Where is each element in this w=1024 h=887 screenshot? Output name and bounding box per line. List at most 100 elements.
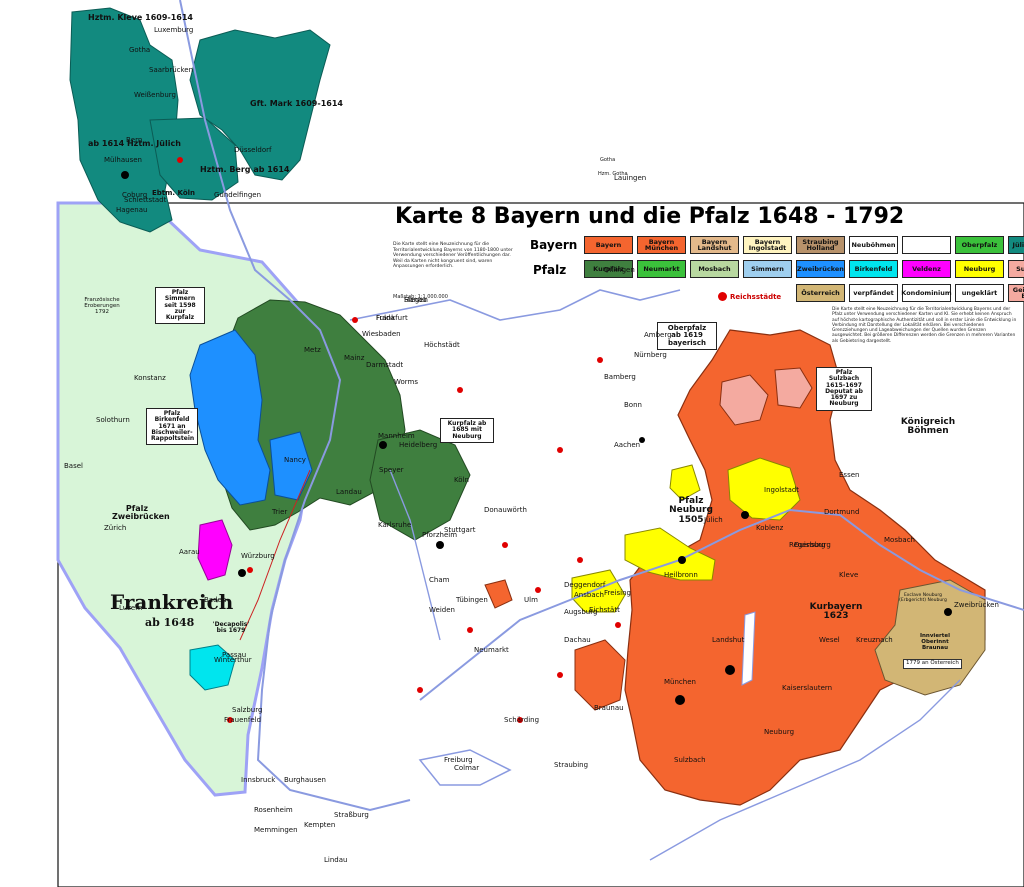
town-label: Amberg [644, 331, 672, 339]
reich-dot [502, 542, 508, 548]
label-pfalz-simmern: Pfalz Simmern seit 1598 zur Kurpfalz [155, 287, 205, 325]
town-label: Siegen [404, 296, 428, 304]
town-label: Mainz [344, 354, 365, 362]
city-dot [741, 511, 749, 519]
town-label: Weißenburg [134, 91, 176, 99]
reich-dot [417, 687, 423, 693]
town-label: Luxemburg [154, 26, 194, 34]
region-bayern-small [484, 579, 513, 609]
town-label: Ingolstadt [764, 486, 800, 494]
town-label: Aachen [614, 441, 641, 449]
town-label: Winterthur [214, 656, 252, 664]
town-label: Ansbach [574, 591, 604, 599]
town-label: Bonn [624, 401, 642, 409]
town-label: Metz [304, 346, 321, 354]
town-label: Wesel [819, 636, 840, 644]
town-label: Memmingen [254, 826, 298, 834]
town-label: Mosbach [884, 536, 915, 544]
legend-key: Bayern [584, 236, 633, 254]
label-koenigreich-boehmen: Königreich Böhmen [900, 417, 956, 437]
town-label: Rosenheim [254, 806, 293, 814]
town-label: Innsbruck [241, 776, 276, 784]
town-label: Frauenfeld [224, 716, 262, 724]
town-label: Luzern [119, 604, 143, 612]
town-label: Dortmund [824, 508, 860, 516]
town-label: Schärding [504, 716, 540, 724]
region-bayern-west [574, 639, 626, 711]
legend-key: Bayern Landshut [690, 236, 739, 254]
legend-key: Neumarkt [637, 260, 686, 278]
town-label: Fulda [376, 314, 395, 322]
town-label: Straubing [554, 761, 589, 769]
reich-dot [577, 557, 583, 563]
town-label: Heilbronn [664, 571, 698, 579]
town-label: Kreuznach [856, 636, 893, 644]
town-label: Kempten [304, 821, 336, 829]
town-label: Stuttgart [444, 526, 476, 534]
legend-key: Mosbach [690, 260, 739, 278]
town-label: Nancy [284, 456, 306, 464]
town-label: Sulzbach [674, 756, 706, 764]
town-label: Hagenau [116, 206, 148, 214]
label-gft-mark: Gft. Mark 1609-1614 [250, 99, 343, 108]
town-label: Würzburg [241, 552, 275, 560]
city-dot [944, 608, 952, 616]
town-label: Mannheim [378, 432, 415, 440]
town-label: Jülich [704, 516, 723, 524]
legend-key: Neuböhmen [849, 236, 898, 254]
legend-key: Kondominium [901, 284, 952, 302]
town-label: Basel [64, 462, 83, 470]
reich-dot [352, 317, 358, 323]
town-label: Speyer [379, 466, 404, 474]
town-label: Landau [336, 488, 362, 496]
town-label: Essen [839, 471, 860, 479]
town-label: Lindau [324, 856, 348, 864]
town-label: Landshut [712, 636, 745, 644]
legend-key: Neuburg [955, 260, 1004, 278]
town-label: Bern [126, 136, 143, 144]
town-label: Düsseldorf [234, 146, 272, 154]
town-label: Karlsruhe [378, 521, 412, 529]
town-label: Höchstädt [424, 341, 460, 349]
label-pfalz-birkenfeld: Pfalz Birkenfeld 1671 an Bischweiler-Rap… [146, 408, 198, 446]
legend-key: Sulzbach [1008, 260, 1024, 278]
town-label: Mülhausen [104, 156, 142, 164]
town-label: Kaiserslautern [782, 684, 833, 692]
town-label: Gundelfingen [214, 191, 262, 199]
region-neuburg-spalt [669, 464, 701, 501]
label-innviertel-note: 1779 an Österreich [903, 659, 962, 669]
legend-key: Birkenfeld [849, 260, 898, 278]
town-label: Eichstätt [589, 606, 620, 614]
town-label: Freiburg [444, 756, 473, 764]
town-label: Neuburg [764, 728, 795, 736]
reichsstaedte-legend-label: Reichsstädte [730, 293, 782, 301]
city-dot [678, 556, 686, 564]
reich-dot [177, 157, 183, 163]
town-label: München [664, 678, 696, 686]
town-label: Bamberg [604, 373, 636, 381]
town-label: Konstanz [134, 374, 166, 382]
legend-key: Österreich [796, 284, 845, 302]
label-exclave-neuburg: Exclave Neuburg (Erbgericht) Neuburg [899, 593, 947, 603]
town-label: Neumarkt [474, 646, 509, 654]
label-pfalz-sulzbach: Pfalz Sulzbach 1615-1697 Deputat ab 1697… [816, 367, 872, 411]
reich-dot [597, 357, 603, 363]
label-innviertel: Innviertel Oberinnt Braunau [919, 633, 951, 651]
city-dot [121, 171, 129, 179]
town-label: Solothurn [96, 416, 130, 424]
town-label: Salzburg [232, 706, 263, 714]
reich-dot [247, 567, 253, 573]
city-dot [675, 695, 685, 705]
reich-dot [615, 622, 621, 628]
label-hztm-kleve: Hztm. Kleve 1609-1614 [88, 13, 193, 22]
map-description-right: Die Karte stellt eine Neuzeichnung für d… [832, 307, 1017, 344]
map-title: Karte 8 Bayern und die Pfalz 1648 - 1792 [395, 204, 905, 229]
legend-key: Zweibrücken [796, 260, 845, 278]
town-label: Aarau [179, 548, 200, 556]
town-label: Zweibrücken [954, 601, 999, 609]
legend-key: Veldenz [902, 260, 951, 278]
town-label: Donauwörth [484, 506, 527, 514]
legend-key: verpfändet [849, 284, 898, 302]
town-label: Freising [604, 589, 631, 597]
label-kurpfalz-neuburg: Kurpfalz ab 1685 mit Neuburg [440, 418, 494, 443]
